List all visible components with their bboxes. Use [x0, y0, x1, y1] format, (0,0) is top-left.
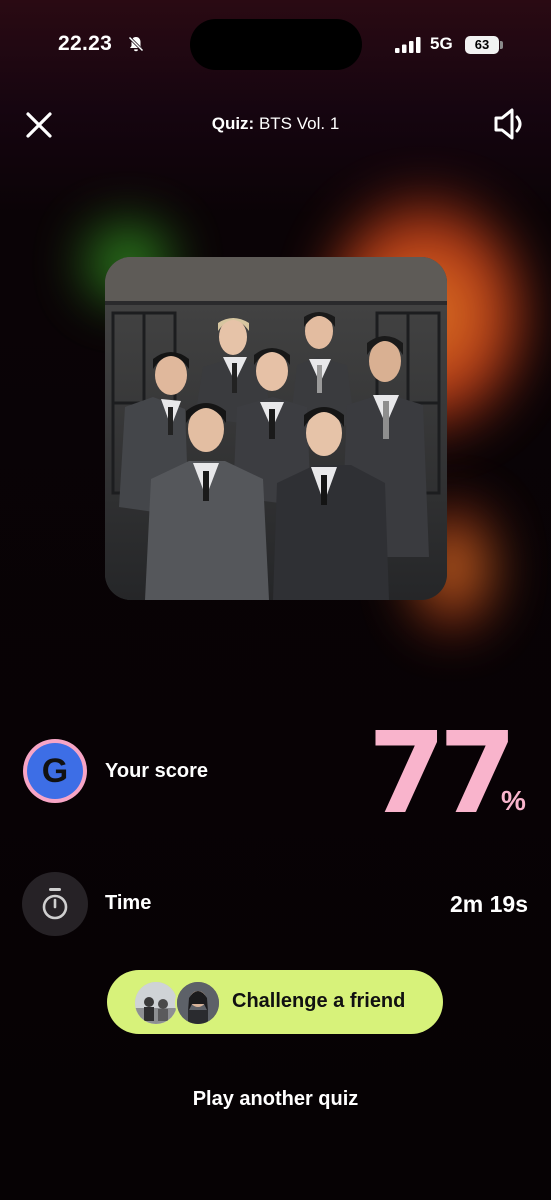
quiz-title-prefix: Quiz: — [211, 114, 255, 133]
score-value: 77 — [368, 709, 517, 839]
user-avatar-letter: G — [27, 743, 83, 799]
friend-avatar-2 — [175, 980, 221, 1026]
status-time: 22.23 — [58, 32, 113, 55]
challenge-friend-button[interactable]: Challenge a friend — [107, 970, 443, 1034]
battery-level: 63 — [474, 37, 490, 52]
battery-icon: 63 — [465, 36, 499, 54]
user-avatar: G — [23, 739, 87, 803]
signal-bars-icon — [395, 37, 421, 53]
status-bar: 22.23 5G 63 — [0, 0, 551, 92]
bell-off-icon — [128, 36, 144, 52]
stopwatch-icon — [42, 888, 68, 920]
score-unit: % — [501, 785, 526, 816]
play-another-quiz-link[interactable]: Play another quiz — [0, 1088, 551, 1111]
dynamic-island — [190, 19, 362, 70]
speaker-icon[interactable] — [492, 107, 528, 141]
challenge-friend-label: Challenge a friend — [232, 990, 406, 1012]
time-label: Time — [105, 892, 152, 914]
quiz-title: Quiz: BTS Vol. 1 — [0, 114, 551, 134]
battery-tip — [500, 41, 503, 49]
quiz-title-name: BTS Vol. 1 — [258, 114, 340, 133]
score-label: Your score — [105, 760, 208, 782]
group-photo — [105, 257, 447, 600]
quiz-cover-image — [105, 257, 447, 600]
network-type: 5G — [430, 34, 453, 53]
stopwatch-icon-circle — [22, 872, 88, 936]
time-value: 2m 19s — [449, 891, 528, 917]
friend-avatar-1 — [133, 980, 179, 1026]
